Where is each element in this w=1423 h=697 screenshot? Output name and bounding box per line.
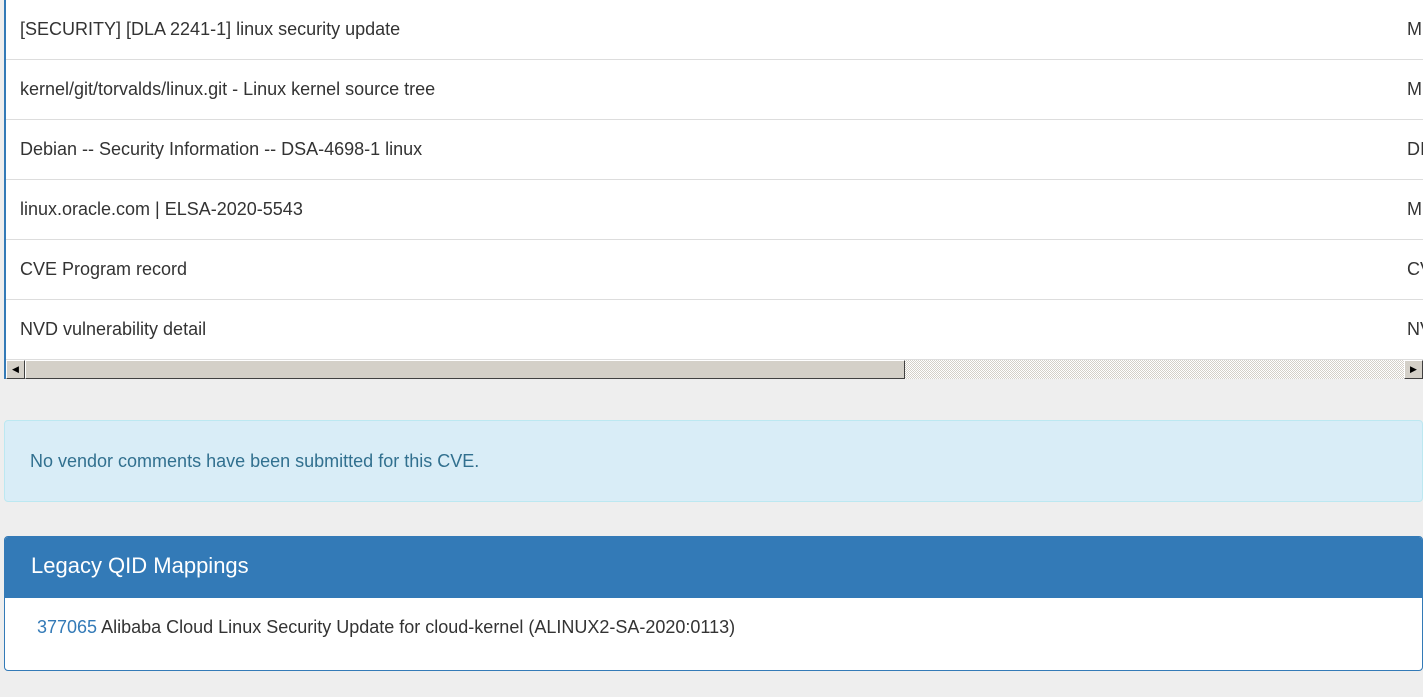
- reference-title[interactable]: NVD vulnerability detail: [20, 300, 206, 359]
- table-row: NVD vulnerability detail NV: [6, 300, 1423, 360]
- scroll-left-arrow-icon[interactable]: ◀: [6, 360, 25, 379]
- reference-title[interactable]: [SECURITY] [DLA 2241-1] linux security u…: [20, 0, 400, 59]
- legacy-qid-panel: Legacy QID Mappings 377065 Alibaba Cloud…: [4, 536, 1423, 671]
- reference-title[interactable]: Debian -- Security Information -- DSA-46…: [20, 120, 422, 179]
- vendor-comments-message: No vendor comments have been submitted f…: [30, 451, 480, 471]
- panel-body: 377065 Alibaba Cloud Linux Security Upda…: [5, 598, 1422, 670]
- reference-source: M: [1407, 19, 1422, 39]
- reference-source: DI: [1407, 139, 1423, 159]
- reference-title[interactable]: linux.oracle.com | ELSA-2020-5543: [20, 180, 303, 239]
- scrollbar-thumb[interactable]: [25, 360, 905, 379]
- reference-source: M: [1407, 199, 1422, 219]
- table-row: linux.oracle.com | ELSA-2020-5543 M: [6, 180, 1423, 240]
- list-item: 377065 Alibaba Cloud Linux Security Upda…: [37, 598, 735, 656]
- horizontal-scrollbar[interactable]: ◀ ▶: [6, 360, 1423, 379]
- table-row: CVE Program record CV: [6, 240, 1423, 300]
- panel-heading: Legacy QID Mappings: [5, 537, 1422, 598]
- references-table: [SECURITY] [DLA 2241-1] linux security u…: [4, 0, 1423, 379]
- scroll-right-arrow-icon[interactable]: ▶: [1404, 360, 1423, 379]
- qid-description: Alibaba Cloud Linux Security Update for …: [101, 617, 736, 637]
- reference-source: M: [1407, 79, 1422, 99]
- reference-source: NV: [1407, 319, 1423, 339]
- reference-title[interactable]: kernel/git/torvalds/linux.git - Linux ke…: [20, 60, 435, 119]
- table-row: kernel/git/torvalds/linux.git - Linux ke…: [6, 60, 1423, 120]
- table-row: [SECURITY] [DLA 2241-1] linux security u…: [6, 0, 1423, 60]
- reference-source: CV: [1407, 259, 1423, 279]
- table-row: Debian -- Security Information -- DSA-46…: [6, 120, 1423, 180]
- qid-link[interactable]: 377065: [37, 617, 97, 637]
- vendor-comments-alert: No vendor comments have been submitted f…: [4, 420, 1423, 502]
- reference-title[interactable]: CVE Program record: [20, 240, 187, 299]
